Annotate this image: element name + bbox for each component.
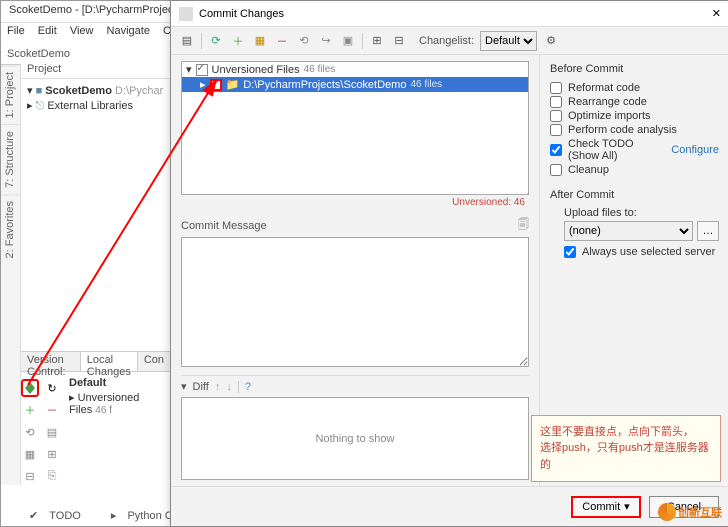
tree-root-unversioned[interactable]: ▾ Unversioned Files 46 files — [182, 62, 528, 77]
commit-message-label: Commit Message — [181, 220, 267, 232]
tree-item-count: 46 files — [410, 79, 442, 90]
hint-line1: 这里不要直接点，点向下箭头， — [540, 424, 712, 441]
tree-root-label: Unversioned Files — [212, 64, 300, 76]
commit-icon[interactable] — [21, 379, 39, 397]
upload-select[interactable]: (none) — [564, 221, 693, 241]
vc-icon-grid: ↻ ＋ － ⟲ ▤ ▦ ⊞ ⊟ ⎘ — [21, 379, 63, 487]
project-panel-header: Project — [21, 59, 170, 79]
vc-default-changelist[interactable]: Default — [65, 376, 167, 390]
gutter-project[interactable]: 1: Project — [1, 65, 19, 124]
commit-message-header: Commit Message 🗐 — [181, 216, 529, 235]
changelist-label: Changelist: — [419, 35, 474, 47]
vc-icon-revert[interactable]: ⟲ — [21, 423, 39, 441]
vc-tab-version[interactable]: Version Control: — [21, 352, 81, 371]
project-root[interactable]: ▾ ■ ScoketDemo D:\Pycharm — [27, 83, 164, 98]
opt-analysis[interactable]: Perform code analysis — [550, 123, 719, 137]
vc-icon-diff[interactable]: ▤ — [43, 423, 61, 441]
vc-icon-group[interactable]: ▦ — [21, 445, 39, 463]
hint-line2: 选择push，只有push才是连服务器的 — [540, 440, 712, 473]
changelist-select[interactable]: Default — [480, 31, 537, 51]
menu-navigate[interactable]: Navigate — [107, 25, 150, 37]
opt-optimize[interactable]: Optimize imports — [550, 109, 719, 123]
unversioned-status: Unversioned: 46 — [181, 195, 529, 210]
diff-viewer: Nothing to show — [181, 397, 529, 480]
dialog-footer: Commit ▾ Cancel — [171, 486, 728, 526]
diff-help-icon[interactable]: ? — [245, 381, 251, 393]
opt-rearrange[interactable]: Rearrange code — [550, 95, 719, 109]
vc-tabs: Version Control: Local Changes Con — [21, 352, 171, 372]
expand-icon[interactable]: ⊞ — [369, 33, 385, 49]
diff-label: Diff — [193, 381, 209, 393]
vc-tab-con[interactable]: Con — [138, 352, 171, 371]
menu-edit[interactable]: Edit — [38, 25, 57, 37]
gutter-favorites[interactable]: 2: Favorites — [1, 194, 19, 264]
gutter-structure[interactable]: 7: Structure — [1, 124, 19, 194]
vc-icon-collapse[interactable]: ⊟ — [21, 467, 39, 485]
dialog-titlebar: Commit Changes ✕ — [171, 1, 728, 27]
revert-icon[interactable]: ⟲ — [296, 33, 312, 49]
chevron-down-icon[interactable]: ▾ — [624, 500, 630, 513]
tab-todo[interactable]: ✔ TODO — [21, 507, 97, 524]
opt-reformat[interactable]: Reformat code — [550, 81, 719, 95]
tree-root-checkbox[interactable] — [196, 64, 208, 76]
annotation-hint: 这里不要直接点，点向下箭头， 选择push，只有push才是连服务器的 — [531, 415, 721, 483]
cancel-button[interactable]: Cancel — [649, 496, 719, 518]
diff-up-icon[interactable]: ↑ — [215, 381, 221, 393]
menu-view[interactable]: View — [70, 25, 94, 37]
vc-icon-expand[interactable]: ⊞ — [43, 445, 61, 463]
commit-message-input[interactable] — [181, 237, 529, 367]
vc-icon-copy[interactable]: ⎘ — [43, 467, 61, 485]
refresh-icon[interactable]: ⟳ — [208, 33, 224, 49]
add-icon[interactable]: ＋ — [230, 33, 246, 49]
tree-item-checkbox[interactable] — [210, 79, 222, 91]
configure-link[interactable]: Configure — [671, 144, 719, 156]
left-gutter: 1: Project 7: Structure 2: Favorites — [1, 65, 21, 485]
opt-cleanup[interactable]: Cleanup — [550, 163, 719, 177]
menu-file[interactable]: File — [7, 25, 25, 37]
tree-item-project[interactable]: ▸ 📁 D:\PycharmProjects\ScoketDemo 46 fil… — [182, 77, 528, 92]
new-changelist-icon[interactable]: ▦ — [252, 33, 268, 49]
diff-header: ▾Diff ↑ ↓ ? — [181, 375, 529, 393]
remove-icon[interactable]: － — [274, 33, 290, 49]
vc-tab-local[interactable]: Local Changes — [81, 352, 138, 371]
before-commit-header: Before Commit — [550, 63, 719, 75]
diff-empty: Nothing to show — [316, 433, 395, 445]
upload-browse-button[interactable]: … — [697, 221, 719, 241]
dialog-left: ▾ Unversioned Files 46 files ▸ 📁 D:\Pych… — [171, 55, 539, 486]
move-icon[interactable]: ↪ — [318, 33, 334, 49]
opt-always-server[interactable]: Always use selected server — [564, 245, 719, 259]
collapse-icon[interactable]: ⊟ — [391, 33, 407, 49]
close-icon[interactable]: ✕ — [712, 7, 721, 20]
external-libraries[interactable]: ▸ ⎋ External Libraries — [27, 98, 164, 114]
opt-check-todo[interactable]: Check TODO (Show All)Configure — [550, 137, 719, 163]
diff-down-icon[interactable]: ↓ — [226, 381, 232, 393]
tree-item-path: D:\PycharmProjects\ScoketDemo — [243, 79, 406, 91]
tree-root-count: 46 files — [304, 64, 336, 75]
commit-dialog: Commit Changes ✕ ▤ ⟳ ＋ ▦ － ⟲ ↪ ▣ ⊞ ⊟ Cha… — [170, 0, 728, 527]
vc-icon-minus[interactable]: － — [43, 401, 61, 419]
history-icon[interactable]: 🗐 — [518, 216, 529, 235]
refresh-icon[interactable]: ↻ — [43, 379, 61, 397]
commit-button[interactable]: Commit ▾ — [571, 496, 641, 518]
vc-icon-plus[interactable]: ＋ — [21, 401, 39, 419]
file-tree: ▾ Unversioned Files 46 files ▸ 📁 D:\Pych… — [181, 61, 529, 195]
dialog-icon — [179, 7, 193, 21]
dialog-title-text: Commit Changes — [199, 8, 284, 20]
changelist-settings-icon[interactable]: ⚙ — [543, 33, 559, 49]
after-commit-header: After Commit — [550, 189, 719, 201]
project-tree: ▾ ■ ScoketDemo D:\Pycharm ▸ ⎋ External L… — [21, 79, 170, 118]
project-panel: Project ▾ ■ ScoketDemo D:\Pycharm ▸ ⎋ Ex… — [21, 59, 171, 349]
upload-label: Upload files to: — [564, 207, 719, 219]
breadcrumb[interactable]: ScoketDemo — [7, 48, 70, 60]
group-icon[interactable]: ▣ — [340, 33, 356, 49]
vc-unversioned[interactable]: ▸ Unversioned Files 46 f — [65, 390, 167, 417]
show-diff-icon[interactable]: ▤ — [179, 33, 195, 49]
project-panel-title: Project — [27, 63, 61, 75]
dialog-toolbar: ▤ ⟳ ＋ ▦ － ⟲ ↪ ▣ ⊞ ⊟ Changelist: Default … — [171, 27, 728, 55]
